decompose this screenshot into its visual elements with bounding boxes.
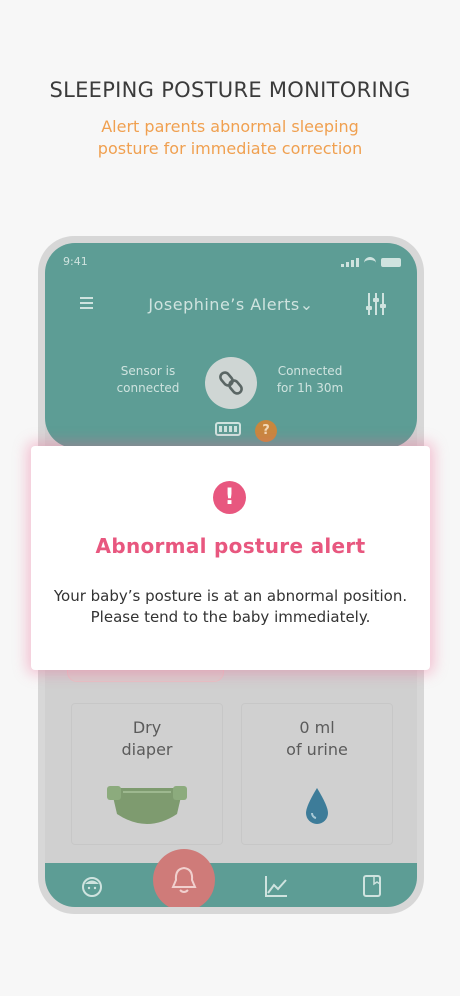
connection-time-line-1: Connected [277,364,343,378]
link-icon [219,371,243,395]
alert-dialog[interactable]: ! Abnormal posture alert Your baby’s pos… [31,446,430,670]
subheadline-line-1: Alert parents abnormal sleeping [101,117,359,136]
signal-icon [341,258,359,267]
alert-message-line-1: Your baby’s posture is at an abnormal po… [53,587,408,605]
urine-volume: 0 ml of urine [242,717,392,761]
connection-time-line-2: for 1h 30m [276,381,344,395]
help-icon[interactable]: ? [255,420,277,442]
diaper-icon [107,786,187,824]
connection-time: Connected for 1h 30m [265,363,355,397]
sliders-icon[interactable] [365,293,387,315]
link-button[interactable] [205,357,257,409]
sensor-status-line-1: Sensor is [120,364,176,378]
wifi-icon [364,257,376,268]
alerts-tab-button[interactable] [153,849,215,907]
status-time: 9:41 [63,255,88,268]
page-subheadline: Alert parents abnormal sleeping posture … [0,116,460,160]
chevron-down-icon: ⌄ [299,295,314,314]
bottom-nav [45,863,417,907]
diaper-status-line-1: Dry [132,718,162,737]
exclamation-icon: ! [213,481,246,514]
alerts-selector[interactable]: Josephine’s Alerts⌄ [45,295,417,314]
alert-title: Abnormal posture alert [95,534,366,558]
diaper-card[interactable]: Dry diaper [71,703,223,845]
baby-face-icon[interactable] [79,873,105,899]
urine-volume-line-2: of urine [286,740,348,759]
drop-icon [306,788,328,824]
app-header-panel: 9:41 Josephine’s Alerts⌄ Sensor is conne… [45,243,417,448]
sensor-status-line-2: connected [116,381,180,395]
status-battery-icon [381,258,401,267]
alert-message-line-2: Please tend to the baby immediately. [90,608,371,626]
battery-icon [215,422,241,436]
alert-message: Your baby’s posture is at an abnormal po… [31,586,430,628]
notebook-icon[interactable] [359,873,385,899]
urine-card[interactable]: 0 ml of urine [241,703,393,845]
page-headline: SLEEPING POSTURE MONITORING [49,78,411,102]
subheadline-line-2: posture for immediate correction [97,139,363,158]
diaper-status-line-2: diaper [121,740,173,759]
status-icons [341,257,401,268]
app-title: Josephine’s Alerts [148,295,300,314]
urine-volume-line-1: 0 ml [299,718,335,737]
sensor-status: Sensor is connected [103,363,193,397]
chart-icon[interactable] [263,873,289,899]
diaper-status: Dry diaper [72,717,222,761]
bell-icon [171,866,197,893]
